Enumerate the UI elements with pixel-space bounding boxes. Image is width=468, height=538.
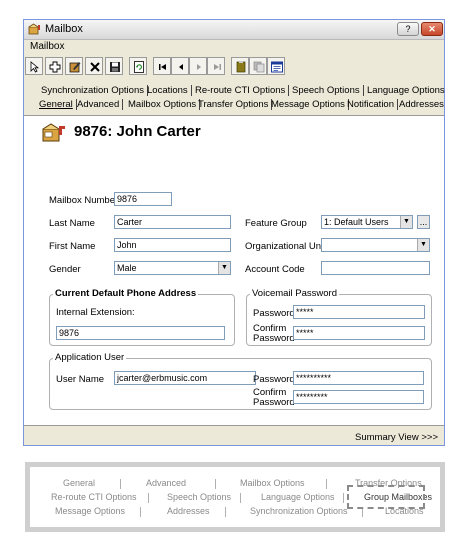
phone-address-group-title: Current Default Phone Address (53, 288, 199, 299)
legacy-tab-message-options: Message Options (55, 506, 126, 516)
legacy-tab-speech-options: Speech Options (167, 492, 232, 502)
legacy-tab-addresses: Addresses (167, 506, 210, 516)
title-bar[interactable]: Mailbox ? ✕ (24, 20, 444, 40)
window-title: Mailbox (45, 23, 83, 35)
app-password-field[interactable]: ********** (293, 371, 424, 385)
legacy-separator (225, 507, 226, 517)
tab-general[interactable]: General (39, 99, 77, 110)
help-button[interactable]: ? (397, 22, 419, 36)
report-icon[interactable] (231, 57, 249, 75)
close-button[interactable]: ✕ (421, 22, 443, 36)
delete-icon[interactable] (85, 57, 103, 75)
mailbox-window: Mailbox ? ✕ Mailbox Synchronization Opti… (23, 19, 445, 446)
last-name-field[interactable]: Carter (114, 215, 231, 229)
page-title: 9876: John Carter (74, 123, 201, 140)
voicemail-confirm-label-line2: Password (253, 333, 295, 344)
copy-icon[interactable] (249, 57, 267, 75)
feature-group-more-button[interactable]: ... (417, 215, 430, 229)
first-name-field[interactable]: John (114, 238, 231, 252)
legacy-tab-layout-inner: General Advanced Mailbox Options Transfe… (30, 467, 440, 527)
chevron-down-icon[interactable]: ▼ (400, 216, 412, 228)
user-name-label: User Name (56, 374, 105, 385)
legacy-separator (140, 507, 141, 517)
org-unit-select[interactable]: ▼ (321, 238, 430, 252)
tab-addresses[interactable]: Addresses (399, 99, 444, 110)
legacy-separator (120, 479, 121, 489)
voicemail-confirm-field[interactable]: ***** (293, 326, 425, 340)
status-bar: Summary View >>> (24, 430, 444, 445)
legacy-tab-re-route-cti-options: Re-route CTI Options (51, 492, 137, 502)
gender-value: Male (117, 263, 137, 273)
first-record-icon[interactable] (153, 57, 171, 75)
legacy-separator (343, 493, 344, 503)
prev-record-icon[interactable] (171, 57, 189, 75)
menu-item-mailbox[interactable]: Mailbox (30, 41, 64, 52)
account-code-label: Account Code (245, 264, 305, 275)
feature-group-label: Feature Group (245, 218, 307, 229)
org-unit-label: Organizational Unit (245, 241, 326, 252)
last-name-label: Last Name (49, 218, 95, 229)
internal-extension-label: Internal Extension: (56, 307, 135, 318)
pointer-icon[interactable] (25, 57, 43, 75)
tab-language-options[interactable]: Language Options (367, 85, 445, 96)
legacy-tab-language-options: Language Options (261, 492, 335, 502)
legacy-tab-layout: General Advanced Mailbox Options Transfe… (25, 462, 445, 532)
user-name-field[interactable]: jcarter@erbmusic.com (114, 371, 256, 385)
account-code-field[interactable] (321, 261, 430, 275)
tab-strip: Synchronization Options Locations Re-rou… (24, 83, 445, 115)
legacy-tab-advanced: Advanced (146, 478, 187, 488)
menu-bar: Mailbox (24, 40, 444, 54)
edit-icon[interactable] (65, 57, 83, 75)
legacy-separator (326, 479, 327, 489)
mailbox-number-field[interactable]: 9876 (114, 192, 172, 206)
gender-label: Gender (49, 264, 81, 275)
view-icon[interactable] (267, 57, 285, 75)
legacy-tab-general: General (63, 478, 96, 488)
mailbox-user-icon (42, 123, 65, 142)
tab-transfer-options[interactable]: Transfer Options (198, 99, 273, 110)
voicemail-confirm-label: Confirm Password (253, 324, 295, 344)
chevron-down-icon[interactable]: ▼ (417, 239, 429, 251)
voicemail-password-field[interactable]: ***** (293, 305, 425, 319)
chevron-down-icon[interactable]: ▼ (218, 262, 230, 274)
voicemail-password-label: Password (253, 308, 295, 319)
feature-group-select[interactable]: 1: Default Users ▼ (321, 215, 413, 229)
voicemail-password-group: Voicemail Password Password ***** Confir… (246, 288, 432, 346)
save-icon[interactable] (105, 57, 123, 75)
feature-group-value: 1: Default Users (324, 217, 389, 227)
tab-re-route-cti-options[interactable]: Re-route CTI Options (195, 85, 290, 96)
legacy-separator (240, 493, 241, 503)
voicemail-password-group-title: Voicemail Password (250, 288, 340, 299)
refresh-icon[interactable] (129, 57, 147, 75)
add-icon[interactable] (45, 57, 63, 75)
group-mailboxes-highlight (347, 485, 425, 509)
mailbox-number-label: Mailbox Number (49, 195, 119, 206)
tab-message-options[interactable]: Message Options (271, 99, 349, 110)
legacy-tab-synchronization-options: Synchronization Options (250, 506, 348, 516)
next-record-icon[interactable] (189, 57, 207, 75)
application-user-group-title: Application User (53, 352, 127, 363)
app-confirm-label: Confirm Password (253, 388, 295, 408)
application-user-group: Application User User Name jcarter@erbmu… (49, 352, 432, 410)
general-tab-panel: 9876: John Carter Mailbox Number 9876 La… (24, 115, 444, 426)
mailbox-app-icon (28, 23, 40, 35)
tab-advanced[interactable]: Advanced (77, 99, 124, 110)
tab-locations[interactable]: Locations (147, 85, 192, 96)
legacy-tab-mailbox-options: Mailbox Options (240, 478, 305, 488)
gender-select[interactable]: Male ▼ (114, 261, 231, 275)
tab-notification[interactable]: Notification (347, 99, 398, 110)
last-record-icon[interactable] (207, 57, 225, 75)
app-password-label: Password (253, 374, 295, 385)
app-confirm-label-line2: Password (253, 397, 295, 408)
app-confirm-field[interactable]: ********* (293, 390, 424, 404)
summary-view-link[interactable]: Summary View >>> (355, 432, 438, 443)
tab-mailbox-options[interactable]: Mailbox Options (128, 99, 201, 110)
tab-speech-options[interactable]: Speech Options (292, 85, 364, 96)
tab-synchronization-options[interactable]: Synchronization Options (41, 85, 148, 96)
legacy-separator (148, 493, 149, 503)
first-name-label: First Name (49, 241, 96, 252)
phone-address-group: Current Default Phone Address Internal E… (49, 288, 235, 346)
internal-extension-field[interactable]: 9876 (56, 326, 225, 340)
legacy-separator (215, 479, 216, 489)
